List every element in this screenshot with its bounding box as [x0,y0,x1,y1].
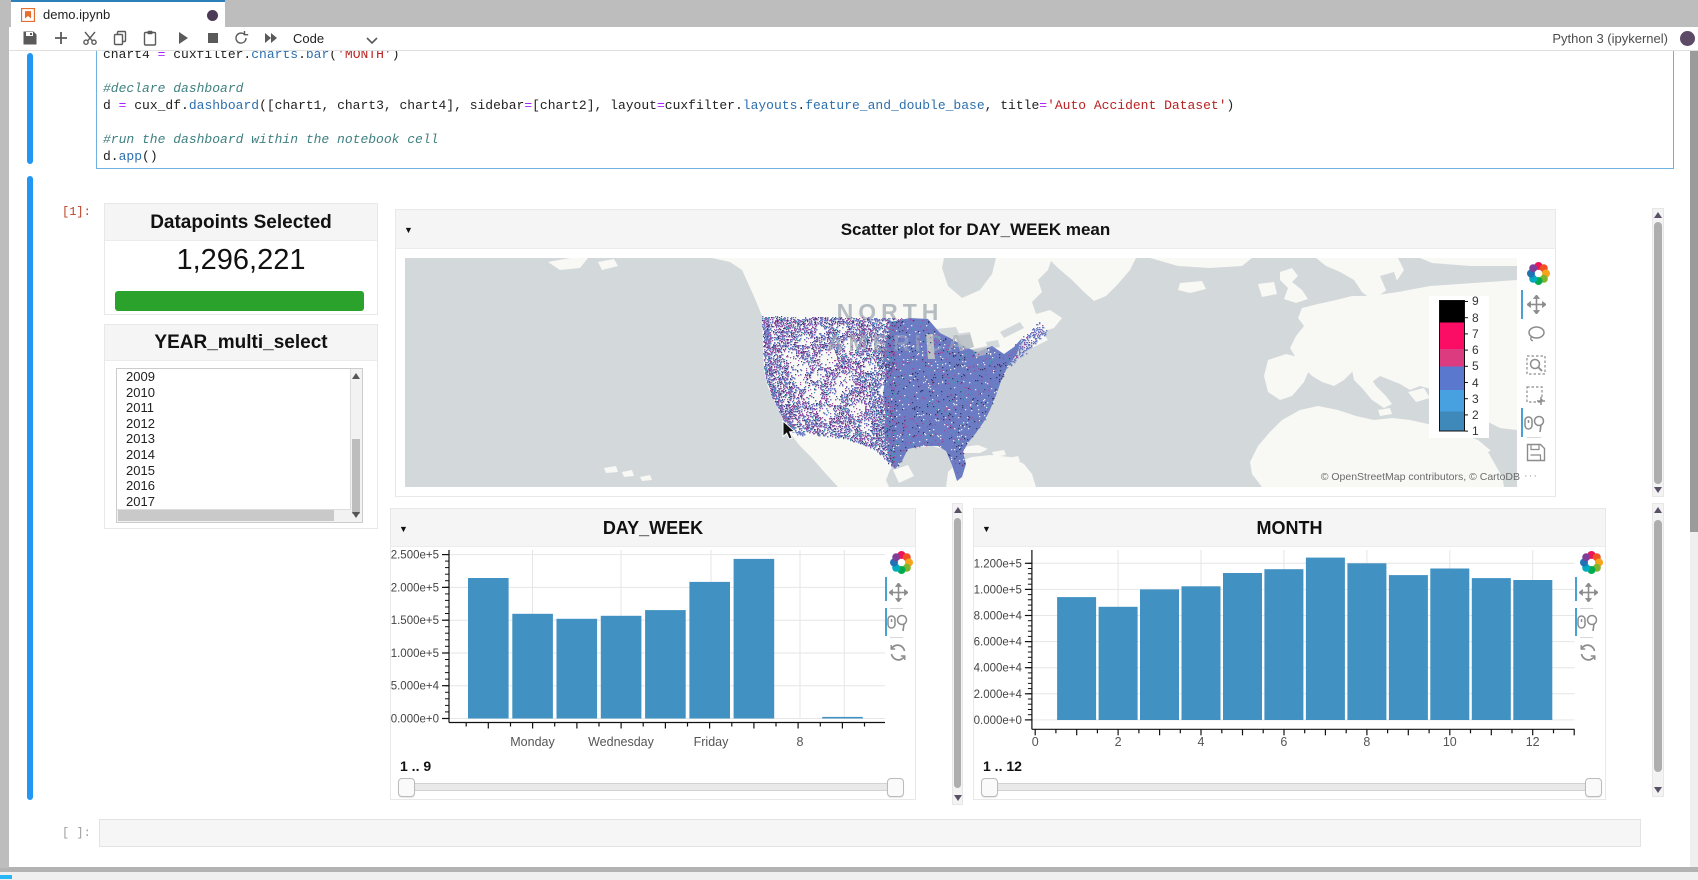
svg-text:4: 4 [1198,735,1205,749]
svg-text:2.000e+4: 2.000e+4 [974,689,1022,701]
svg-text:8: 8 [1363,735,1370,749]
svg-text:2.500e+5: 2.500e+5 [391,550,439,562]
svg-text:1.200e+5: 1.200e+5 [974,558,1022,570]
svg-text:8.000e+4: 8.000e+4 [974,611,1022,623]
svg-text:12: 12 [1526,735,1540,749]
svg-text:6.000e+4: 6.000e+4 [974,637,1022,649]
svg-text:10: 10 [1443,735,1457,749]
svg-text:2: 2 [1115,735,1122,749]
svg-text:6: 6 [1280,735,1287,749]
svg-text:AMERICA: AMERICA [827,330,969,356]
svg-text:2.000e+5: 2.000e+5 [391,582,439,594]
svg-text:0.000e+0: 0.000e+0 [391,714,439,726]
svg-text:1.000e+5: 1.000e+5 [974,584,1022,596]
svg-text:8: 8 [797,735,804,749]
svg-text:Friday: Friday [694,735,729,749]
svg-text:5.000e+4: 5.000e+4 [391,681,440,693]
svg-text:Monday: Monday [510,735,555,749]
svg-text:4.000e+4: 4.000e+4 [974,663,1022,675]
svg-text:Wednesday: Wednesday [588,735,655,749]
svg-text:1.500e+5: 1.500e+5 [391,615,439,627]
svg-text:0.000e+0: 0.000e+0 [974,715,1022,727]
svg-text:1.000e+5: 1.000e+5 [391,648,439,660]
svg-text:0: 0 [1032,735,1039,749]
